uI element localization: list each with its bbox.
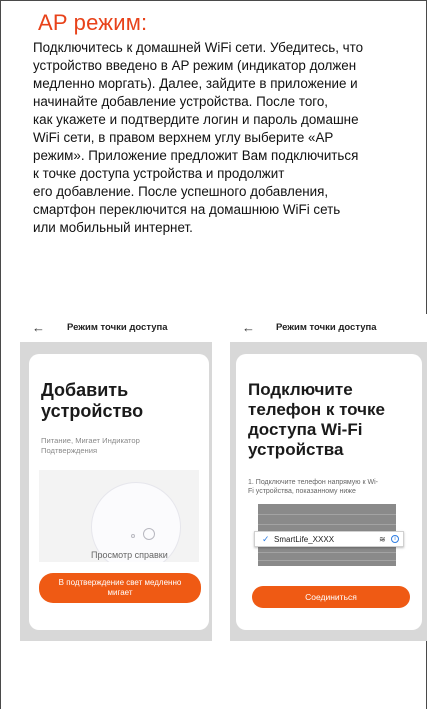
paragraph-line: или мобильный интернет. <box>33 220 193 235</box>
paragraph-line: начинайте добавление устройства. После т… <box>33 94 329 109</box>
instruction-paragraph: Подключитесь к домашней WiFi сети. Убеди… <box>33 39 427 237</box>
connect-button[interactable]: Соединиться <box>252 586 410 608</box>
paragraph-line: его добавление. После успешного добавлен… <box>33 184 329 199</box>
selected-wifi-network[interactable]: ✓ SmartLife_XXXX ≋ i <box>254 531 404 547</box>
paragraph-line: WiFi сети, в правом верхнем углу выберит… <box>33 130 334 145</box>
button-label-line: мигает <box>107 588 133 597</box>
device-illustration: Просмотр справки <box>39 470 199 562</box>
app-top-bar: ← Режим точки доступа <box>20 314 212 342</box>
paragraph-line: режим». Приложение предложит Вам подключ… <box>33 148 359 163</box>
wifi-list-row <box>258 552 396 553</box>
power-button-icon <box>143 528 155 540</box>
help-link[interactable]: Просмотр справки <box>91 550 168 560</box>
back-arrow-icon[interactable]: ← <box>32 320 45 335</box>
section-title: AP режим: <box>38 10 148 35</box>
back-arrow-icon[interactable]: ← <box>242 320 255 335</box>
top-bar-title: Режим точки доступа <box>67 322 168 333</box>
wifi-list-row <box>258 524 396 525</box>
hint-line: Подтверждения <box>41 446 98 455</box>
checkmark-icon: ✓ <box>262 534 270 544</box>
wifi-list-row <box>258 514 396 515</box>
connect-ap-card: Подключите телефон к точке доступа Wi-Fi… <box>236 354 422 630</box>
app-top-bar: ← Режим точки доступа <box>230 314 427 342</box>
heading-line: Подключите <box>248 380 353 399</box>
paragraph-line: устройство введено в AP режим (индикатор… <box>33 58 357 73</box>
paragraph-line: как укажете и подтвердите логин и пароль… <box>33 112 359 127</box>
info-icon[interactable]: i <box>391 535 399 543</box>
instruction-page: AP режим: Подключитесь к домашней WiFi с… <box>0 0 427 709</box>
add-device-card: Добавить устройство Питание, Мигает Инди… <box>29 354 209 630</box>
top-bar-title: Режим точки доступа <box>276 322 377 333</box>
heading-line: Добавить <box>41 380 129 400</box>
heading-line: доступа Wi-Fi <box>248 420 363 439</box>
wifi-icon: ≋ <box>379 535 386 544</box>
hint-line: Питание, Мигает Индикатор <box>41 436 140 445</box>
paragraph-line: Подключитесь к домашней WiFi сети. Убеди… <box>33 40 364 55</box>
indicator-light-icon <box>131 534 135 538</box>
heading-line: устройства <box>248 440 344 459</box>
phone-screen-connect-ap: ← Режим точки доступа Подключите телефон… <box>230 314 427 641</box>
wifi-network-name: SmartLife_XXXX <box>274 535 335 544</box>
paragraph-line: смартфон переключится на домашнюю WiFi с… <box>33 202 341 217</box>
phone-screen-add-device: ← Режим точки доступа Добавить устройств… <box>20 314 212 641</box>
confirm-slow-blink-button[interactable]: В подтверждение свет медленно мигает <box>39 573 201 603</box>
button-label-line: В подтверждение свет медленно <box>58 578 182 587</box>
wifi-list-row <box>258 560 396 561</box>
step-line: Fi устройства, показанному ниже <box>248 488 356 495</box>
paragraph-line: к точке доступа устройства и продолжит <box>33 166 285 181</box>
heading-line: устройство <box>41 401 144 421</box>
paragraph-line: медленно моргать). Далее, зайдите в прил… <box>33 76 358 91</box>
heading-line: телефон к точке <box>248 400 385 419</box>
